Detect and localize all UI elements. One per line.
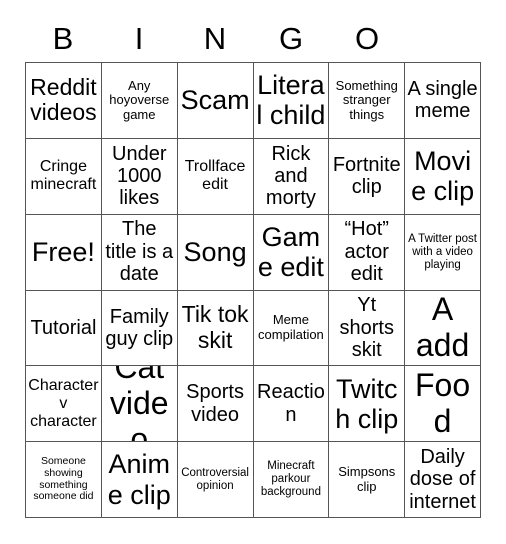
bingo-header-letter-i: I [134, 20, 144, 56]
bingo-cell-label: Literal child [256, 70, 326, 131]
bingo-cell-label: Under 1000 likes [112, 142, 167, 210]
bingo-cell[interactable]: Sports video [177, 366, 254, 443]
bingo-header-row: BINGO [25, 16, 481, 60]
bingo-cell[interactable]: Scam [177, 63, 254, 139]
bingo-cell[interactable]: Fortnite clip [329, 138, 406, 215]
bingo-cell[interactable]: Rick and morty [253, 138, 330, 215]
bingo-cell[interactable]: Literal child [253, 63, 330, 139]
bingo-cell[interactable]: Movie clip [405, 138, 481, 215]
bingo-cell-label: Simpsons clip [338, 464, 396, 494]
bingo-card: B I N G O Reddit videos Any hoyoverse game Sca… [0, 0, 506, 544]
bingo-cell-label: Anime clip [107, 449, 171, 510]
bingo-cell-label: Free! [31, 236, 95, 267]
bingo-header-letter-o: O [354, 20, 380, 56]
bingo-cell-label: Movie clip [411, 146, 475, 207]
bingo-cell[interactable]: Simpsons clip [329, 442, 406, 518]
bingo-cell[interactable]: Tik tok skit [177, 290, 254, 367]
bingo-cell[interactable]: “Hot” actor edit [329, 214, 406, 291]
bingo-cell-label: Trollface edit [184, 158, 246, 194]
bingo-cell-label: Rick and morty [265, 142, 316, 210]
bingo-cell[interactable]: Song [177, 214, 254, 291]
bingo-cell-label: Character v character [28, 376, 99, 430]
bingo-cell[interactable]: Tutorial [26, 290, 102, 367]
bingo-cell[interactable]: Daily dose of internet [405, 442, 481, 518]
bingo-cell-label: “Hot” actor edit [344, 218, 389, 286]
bingo-cell-label: Fortnite clip [332, 153, 401, 199]
bingo-cell[interactable]: Reddit videos [26, 63, 102, 139]
bingo-cell[interactable]: Yt shorts skit [329, 290, 406, 367]
bingo-cell[interactable]: Food [405, 366, 481, 443]
bingo-cell[interactable]: Free! [26, 214, 102, 291]
bingo-grid: Reddit videos Any hoyoverse game Scam Liter… [25, 62, 481, 518]
bingo-header-letter-empty [405, 16, 481, 60]
bingo-cell-label: Controversial opinion [181, 466, 249, 492]
bingo-cell-label: Tik tok skit [181, 301, 249, 353]
bingo-cell-label: Tutorial [30, 316, 97, 339]
bingo-cell[interactable]: Cringe minecraft [26, 138, 102, 215]
bingo-cell-label: Cat video [109, 366, 169, 443]
bingo-cell[interactable]: Minecraft parkour background [253, 442, 330, 518]
bingo-cell-label: Something stranger things [335, 77, 398, 122]
bingo-cell[interactable]: Controversial opinion [177, 442, 254, 518]
bingo-cell-label: Meme compilation [258, 312, 324, 342]
bingo-cell-label: Twitch clip [335, 373, 399, 434]
bingo-cell-label: Minecraft parkour background [260, 460, 321, 499]
bingo-cell[interactable]: Game edit [253, 214, 330, 291]
bingo-cell[interactable]: Reaction [253, 366, 330, 443]
bingo-cell[interactable]: Something stranger things [329, 63, 406, 139]
bingo-header-letter-g: G [278, 20, 304, 56]
bingo-cell-label: Family guy clip [105, 305, 174, 350]
bingo-cell-label: Reddit videos [30, 73, 97, 126]
bingo-cell-label: Any hoyoverse game [109, 77, 170, 122]
bingo-cell-label: A add [415, 291, 470, 363]
bingo-cell-label: Scam [180, 85, 250, 116]
bingo-cell[interactable]: Twitch clip [329, 366, 406, 443]
bingo-cell[interactable]: Meme compilation [253, 290, 330, 367]
bingo-cell[interactable]: Trollface edit [177, 138, 254, 215]
bingo-cell[interactable]: Under 1000 likes [101, 138, 178, 215]
bingo-cell[interactable]: The title is a date [101, 214, 178, 291]
bingo-cell[interactable]: Family guy clip [101, 290, 178, 367]
bingo-cell-label: Cringe minecraft [30, 158, 97, 194]
bingo-cell-label: Sports video [186, 381, 244, 426]
bingo-header-letter-b: B [52, 20, 74, 56]
bingo-cell-label: Someone showing something someone did [33, 455, 94, 503]
bingo-cell-label: Game edit [257, 221, 324, 283]
bingo-cell-label: Daily dose of internet [409, 445, 476, 513]
bingo-cell[interactable]: Someone showing something someone did [26, 442, 102, 518]
bingo-cell-label: Yt shorts skit [339, 294, 394, 362]
bingo-cell[interactable]: Anime clip [101, 442, 178, 518]
bingo-cell[interactable]: A add [405, 290, 481, 367]
bingo-header-letter-n: N [203, 20, 227, 56]
bingo-cell-label: Reaction [257, 381, 325, 426]
bingo-cell[interactable]: A single meme [405, 63, 481, 139]
bingo-cell[interactable]: Cat video [101, 366, 178, 443]
bingo-cell-label: Song [183, 236, 247, 267]
bingo-cell-label: Food [415, 366, 471, 439]
bingo-cell[interactable]: Character v character [26, 366, 102, 443]
bingo-cell[interactable]: A Twitter post with a video playing [405, 214, 481, 291]
bingo-cell-label: The title is a date [105, 218, 174, 286]
bingo-cell[interactable]: Any hoyoverse game [101, 63, 178, 139]
bingo-cell-label: A single meme [407, 78, 478, 123]
bingo-cell-label: A Twitter post with a video playing [408, 232, 477, 271]
